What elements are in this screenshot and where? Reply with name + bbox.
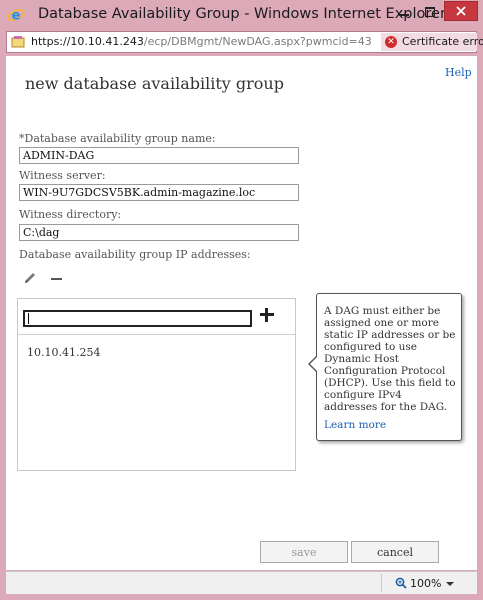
- remove-icon[interactable]: [51, 278, 62, 280]
- minimize-button[interactable]: [392, 2, 416, 22]
- url-host: https://10.10.41.243: [31, 35, 144, 48]
- maximize-button[interactable]: [418, 2, 442, 22]
- address-url[interactable]: https://10.10.41.243/ecp/DBMgmt/NewDAG.a…: [31, 35, 371, 48]
- internet-explorer-icon: e: [7, 9, 25, 24]
- callout-text: A DAG must either be assigned one or mor…: [324, 305, 456, 413]
- dag-name-field[interactable]: ADMIN-DAG: [19, 147, 299, 164]
- save-button[interactable]: save: [260, 541, 348, 563]
- title-bar: e Database Availability Group - Windows …: [0, 0, 483, 30]
- text-caret: [28, 313, 29, 324]
- witness-directory-label: Witness directory:: [19, 208, 122, 221]
- page-icon: [11, 36, 25, 48]
- window-title: Database Availability Group - Windows In…: [38, 6, 446, 22]
- minimize-icon: [399, 14, 409, 16]
- ip-address-input[interactable]: [23, 310, 252, 327]
- list-item[interactable]: 10.10.41.254: [27, 346, 100, 359]
- ip-addresses-label: Database availability group IP addresses…: [19, 248, 251, 261]
- svg-text:e: e: [12, 9, 21, 24]
- witness-server-label: Witness server:: [19, 169, 106, 182]
- learn-more-link[interactable]: Learn more: [324, 419, 386, 431]
- ip-address-panel: 10.10.41.254: [17, 298, 296, 471]
- page-content: Help new database availability group *Da…: [6, 56, 477, 570]
- certificate-error-button[interactable]: ✕ Certificate error: [381, 33, 483, 51]
- divider: [381, 574, 382, 592]
- add-icon[interactable]: [259, 307, 275, 323]
- pencil-icon[interactable]: [23, 271, 37, 285]
- chevron-down-icon[interactable]: [446, 582, 454, 586]
- callout-pointer-fill: [310, 356, 318, 372]
- cancel-button[interactable]: cancel: [351, 541, 439, 563]
- zoom-level[interactable]: 100%: [410, 577, 441, 590]
- browser-window: e Database Availability Group - Windows …: [0, 0, 483, 600]
- page-title: new database availability group: [25, 74, 284, 93]
- help-callout: A DAG must either be assigned one or mor…: [308, 293, 462, 441]
- close-icon: [456, 6, 466, 16]
- maximize-icon: [425, 7, 435, 17]
- witness-directory-field[interactable]: C:\dag: [19, 224, 299, 241]
- url-path: /ecp/DBMgmt/NewDAG.aspx?pwmcid=43&Return…: [143, 35, 371, 48]
- status-bar: 100%: [6, 571, 477, 594]
- help-link[interactable]: Help: [445, 66, 472, 79]
- dag-name-label: *Database availability group name:: [19, 132, 216, 145]
- close-button[interactable]: [444, 1, 478, 21]
- witness-server-field[interactable]: WIN-9U7GDCSV5BK.admin-magazine.loc: [19, 184, 299, 201]
- address-bar[interactable]: https://10.10.41.243/ecp/DBMgmt/NewDAG.a…: [6, 31, 483, 53]
- certificate-error-label: Certificate error: [402, 35, 483, 48]
- certificate-error-icon: ✕: [385, 36, 397, 48]
- zoom-icon[interactable]: [395, 577, 407, 589]
- divider: [18, 334, 295, 335]
